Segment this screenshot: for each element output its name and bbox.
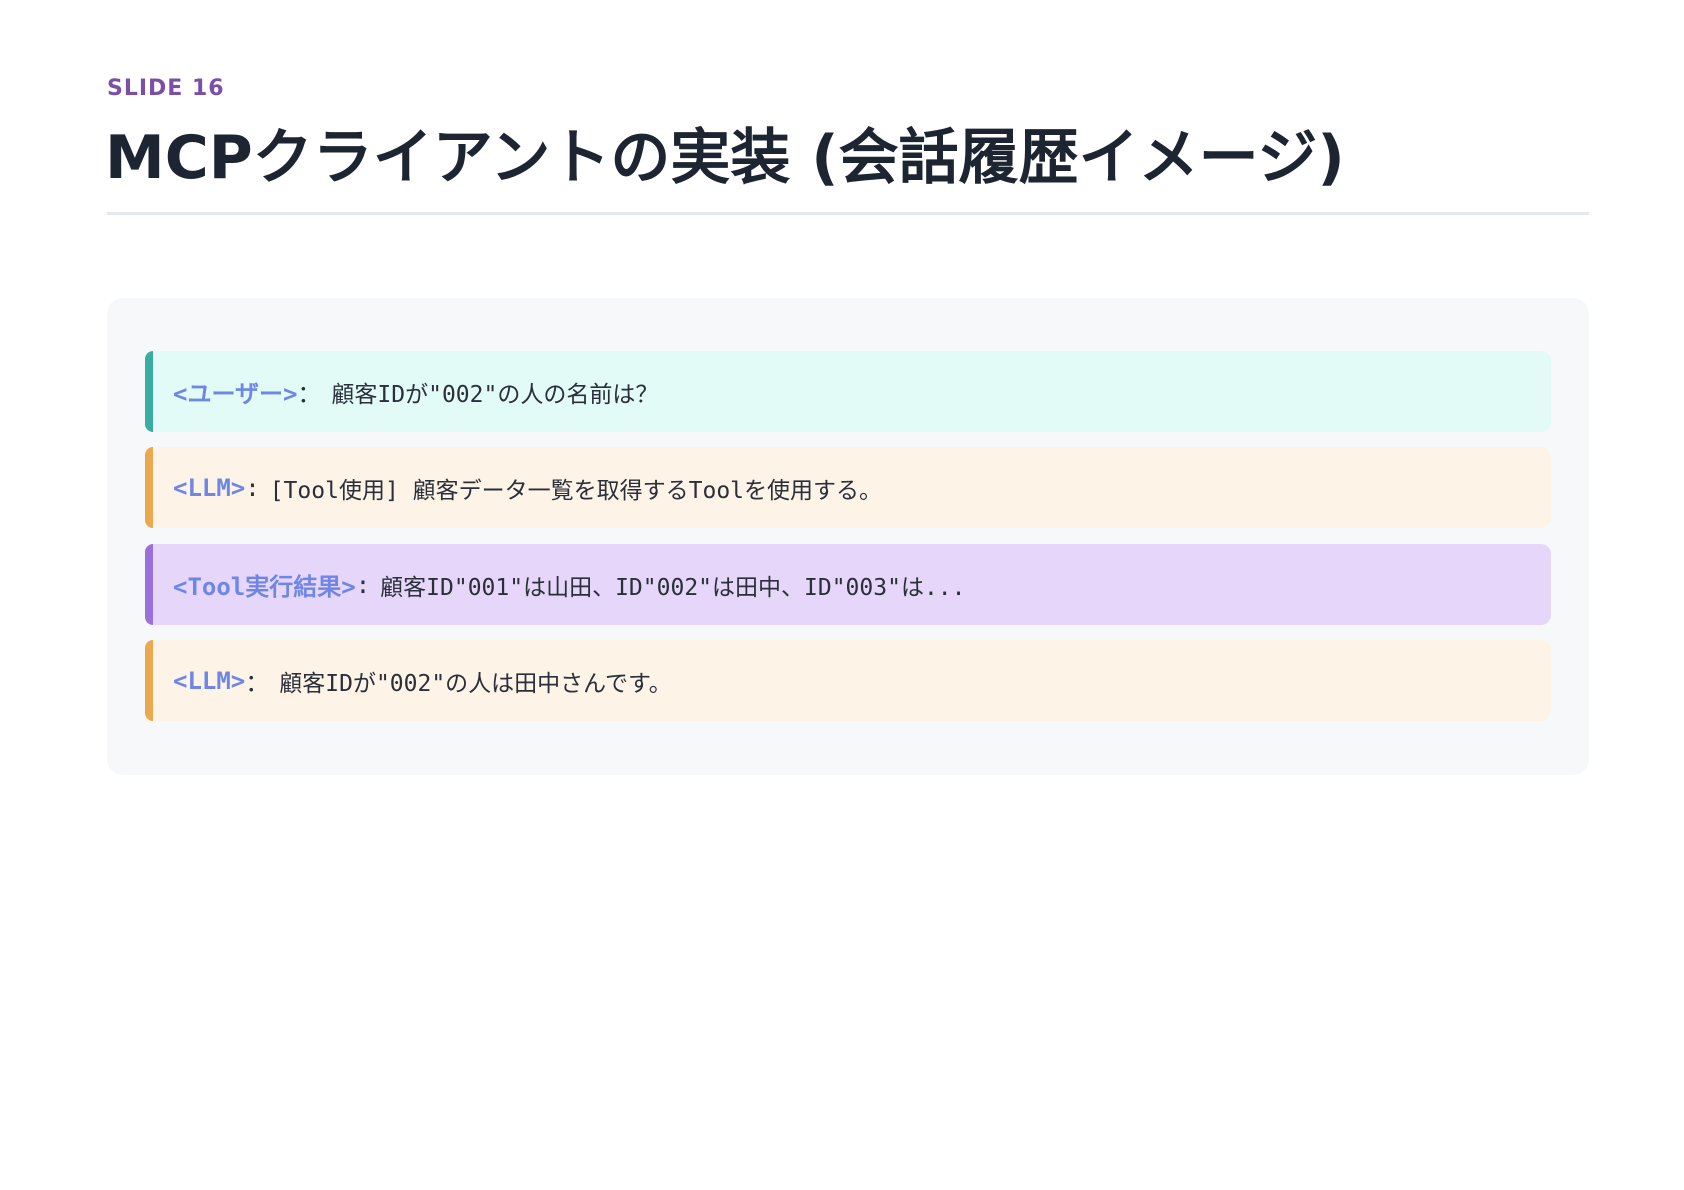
message-text: 顧客IDが"002"の人は田中さんです。 <box>279 670 672 697</box>
separator: ： <box>245 669 270 697</box>
llm-message: <LLM> ： 顧客IDが"002"の人は田中さんです。 <box>145 640 1551 721</box>
title-divider <box>107 212 1589 215</box>
tool-accent-bar <box>145 544 153 625</box>
separator: : <box>245 473 260 502</box>
separator: : <box>355 570 371 599</box>
tool-result-message: <Tool実行結果> : 顧客ID"001"は山田、ID"002"は田中、ID"… <box>145 544 1551 625</box>
user-accent-bar <box>145 351 153 432</box>
speaker-label: <LLM> <box>173 666 246 695</box>
slide-title: MCPクライアントの実装 (会話履歴イメージ) <box>105 123 1345 193</box>
message-text: [Tool使用] 顧客データ一覧を取得するToolを使用する。 <box>269 477 883 504</box>
speaker-label: <ユーザー> <box>173 380 298 408</box>
separator: ： <box>297 380 322 408</box>
llm-accent-bar <box>145 447 153 528</box>
message-text: 顧客IDが"002"の人の名前は？ <box>331 381 659 408</box>
conversation-panel: <ユーザー> ： 顧客IDが"002"の人の名前は？ <LLM> : [Tool… <box>107 298 1589 775</box>
llm-message: <LLM> : [Tool使用] 顧客データ一覧を取得するToolを使用する。 <box>145 447 1551 528</box>
speaker-label: <Tool実行結果> <box>173 573 356 601</box>
speaker-label: <LLM> <box>173 473 246 502</box>
message-text: 顧客ID"001"は山田、ID"002"は田中、ID"003"は... <box>380 574 966 601</box>
llm-accent-bar <box>145 640 153 721</box>
user-message: <ユーザー> ： 顧客IDが"002"の人の名前は？ <box>145 351 1551 432</box>
slide-number: SLIDE 16 <box>107 76 225 101</box>
